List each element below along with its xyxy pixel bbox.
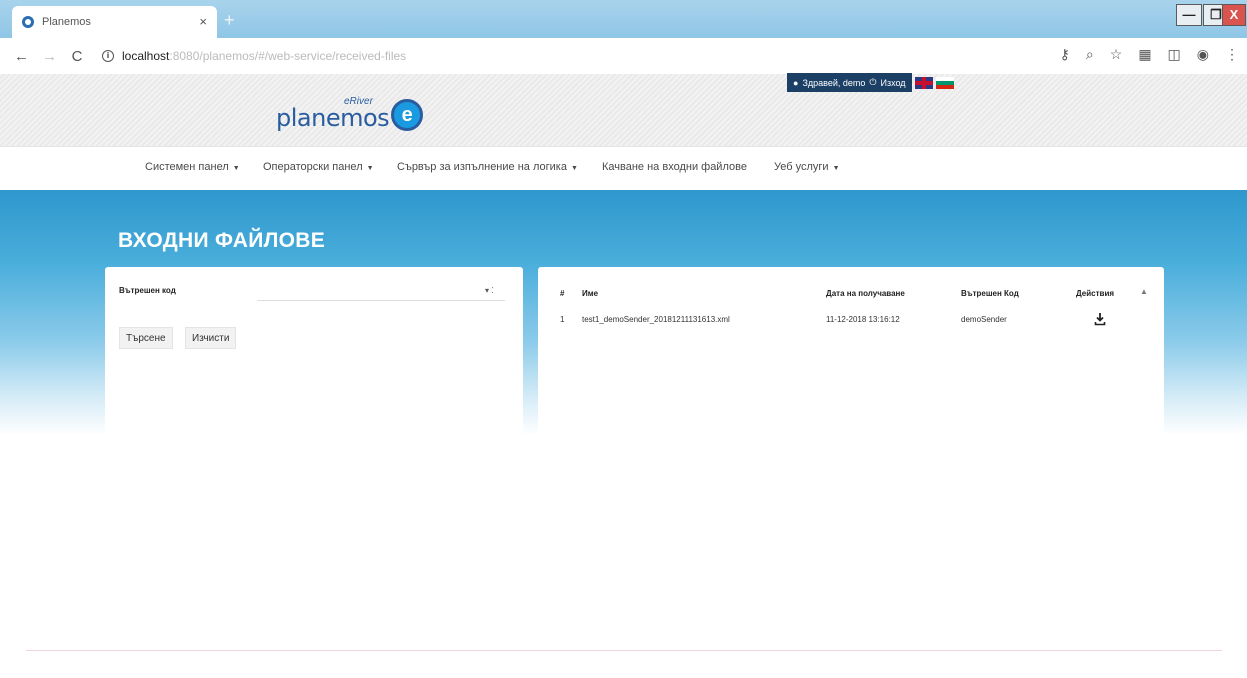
- main-nav: Системен панел ▼ Операторски панел ▼ Сървъ…: [0, 146, 1247, 190]
- tab-title: Planemos: [42, 16, 91, 28]
- browser-toolbar-icons: ⚷ ⌕ ☆ ▦ ◫ ◉ ⋮: [1060, 46, 1239, 63]
- window-minimize-button[interactable]: —: [1176, 4, 1202, 26]
- power-icon: ⏻: [869, 77, 877, 87]
- flag-bg-icon[interactable]: [935, 76, 954, 89]
- column-header-name[interactable]: Име: [582, 289, 598, 298]
- results-panel: # Име Дата на получаване Вътрешен Код Де…: [538, 267, 1164, 435]
- chevron-down-icon: ▼: [570, 165, 578, 172]
- new-tab-button[interactable]: +: [224, 10, 235, 31]
- reload-icon[interactable]: C: [70, 48, 84, 65]
- nav-item-operator-panel[interactable]: Операторски панел ▼: [263, 161, 374, 173]
- cell-code: demoSender: [961, 315, 1007, 324]
- planemos-logo[interactable]: planemos eRiver e: [276, 96, 424, 132]
- chevron-down-icon: ▼: [832, 165, 840, 172]
- search-button[interactable]: Търсене: [119, 327, 173, 349]
- nav-item-label: Сървър за изпълнение на логика: [397, 161, 567, 173]
- bookmark-star-icon[interactable]: ☆: [1110, 46, 1123, 63]
- sort-icon[interactable]: ▲: [1140, 287, 1148, 296]
- window-close-button[interactable]: X: [1222, 4, 1246, 26]
- column-header-actions: Действия: [1076, 289, 1115, 298]
- browser-tab-bar: Planemos × + — ❐ X: [0, 0, 1247, 38]
- page-title: ВХОДНИ ФАЙЛОВЕ: [118, 229, 326, 252]
- extension-icon[interactable]: ▦: [1138, 46, 1151, 63]
- user-greeting: Здравей, demo: [802, 77, 866, 88]
- nav-item-label: Системен панел: [145, 161, 229, 173]
- chevron-down-icon: ▼: [232, 165, 240, 172]
- zoom-icon[interactable]: ⌕: [1086, 46, 1094, 63]
- url-host: localhost: [122, 49, 170, 63]
- menu-icon[interactable]: ⋮: [1225, 46, 1239, 63]
- nav-item-system-panel[interactable]: Системен панел ▼: [145, 161, 240, 173]
- cell-num: 1: [560, 315, 565, 324]
- tab-close-icon[interactable]: ×: [199, 14, 207, 29]
- back-icon[interactable]: ←: [14, 48, 29, 65]
- logout-link[interactable]: Изход: [881, 78, 906, 88]
- filter-panel: Вътрешен код ▾ ⁚ Търсене Изчисти: [105, 267, 523, 435]
- logo-text: planemos: [276, 104, 390, 132]
- nav-item-web-services[interactable]: Уеб услуги ▼: [774, 161, 840, 173]
- internal-code-select[interactable]: [257, 281, 505, 301]
- clear-button[interactable]: Изчисти: [185, 327, 237, 349]
- column-header-date[interactable]: Дата на получаване: [826, 289, 905, 298]
- cell-name: test1_demoSender_20181211131613.xml: [582, 315, 730, 324]
- key-icon[interactable]: ⚷: [1060, 46, 1070, 63]
- internal-code-label: Вътрешен код: [119, 286, 176, 295]
- user-menu[interactable]: ● Здравей, demo ⏻ Изход: [787, 73, 912, 92]
- nav-item-label: Уеб услуги: [774, 161, 829, 173]
- footer-divider: [26, 650, 1222, 651]
- column-header-num[interactable]: #: [560, 289, 564, 298]
- nav-item-upload-files[interactable]: Качване на входни файлове: [602, 161, 747, 173]
- browser-tab[interactable]: Planemos ×: [12, 6, 217, 38]
- chevron-down-icon: ▼: [366, 165, 374, 172]
- download-icon[interactable]: [1094, 312, 1106, 326]
- cell-date: 11-12-2018 13:16:12: [826, 315, 900, 324]
- site-header: [0, 74, 1247, 146]
- profile-icon[interactable]: ◉: [1197, 46, 1209, 63]
- screenshot-icon[interactable]: ◫: [1168, 46, 1181, 63]
- site-info-icon[interactable]: i: [102, 50, 114, 62]
- address-bar: ← → C i localhost :8080/planemos/#/web-s…: [0, 38, 1247, 74]
- nav-item-label: Операторски панел: [263, 161, 363, 173]
- nav-item-label: Качване на входни файлове: [602, 161, 747, 173]
- logo-mark-icon: e: [391, 99, 424, 131]
- favicon-icon: [22, 16, 34, 28]
- user-bar: ● Здравей, demo ⏻ Изход: [787, 73, 954, 92]
- url-path: :8080/planemos/#/web-service/received-fi…: [169, 49, 407, 63]
- forward-icon[interactable]: →: [42, 48, 57, 65]
- chevron-down-icon[interactable]: ▾ ⁚: [485, 286, 494, 295]
- user-icon: ●: [793, 77, 799, 88]
- flag-uk-icon[interactable]: [914, 76, 933, 89]
- logo-subtitle: eRiver: [344, 96, 373, 107]
- nav-item-logic-server[interactable]: Сървър за изпълнение на логика ▼: [397, 161, 578, 173]
- url-field[interactable]: i localhost :8080/planemos/#/web-service…: [102, 49, 406, 63]
- column-header-code[interactable]: Вътрешен Код: [961, 289, 1019, 298]
